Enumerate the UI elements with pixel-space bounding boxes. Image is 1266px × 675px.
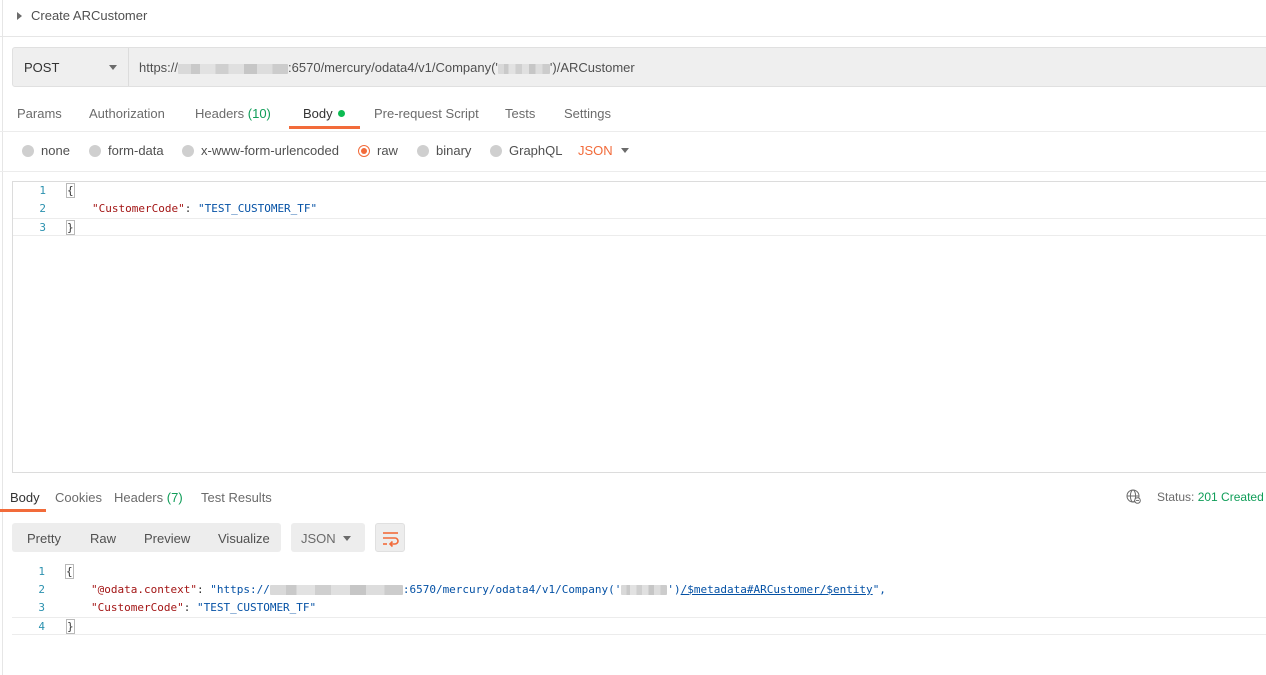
radio-circle-icon <box>182 144 194 157</box>
url-suffix: ')/ARCustomer <box>549 60 635 75</box>
body-format-select[interactable]: JSON <box>578 143 613 158</box>
radio-none[interactable]: none <box>22 143 70 158</box>
line-number: 4 <box>38 620 45 633</box>
response-tab-underline <box>0 509 46 512</box>
radio-selected-icon <box>358 144 370 157</box>
radio-circle-icon <box>22 144 34 157</box>
url-prefix: https:// <box>139 60 179 75</box>
response-status: Status: 201 Created <box>1157 490 1264 504</box>
redacted-host <box>178 63 289 74</box>
tab-body[interactable]: Body <box>303 106 345 121</box>
code-line: 1 { <box>12 563 1266 581</box>
code-line: 2 "@odata.context": "https:// :6570/mercu… <box>12 581 1266 599</box>
metadata-link[interactable]: /$metadata#ARCustomer/$entity <box>681 583 873 596</box>
json-key: "CustomerCode" <box>91 601 184 614</box>
response-tab-body[interactable]: Body <box>10 490 40 505</box>
method-select[interactable]: POST <box>13 48 129 86</box>
view-raw-button[interactable]: Raw <box>90 531 116 546</box>
radio-binary[interactable]: binary <box>417 143 471 158</box>
tab-settings[interactable]: Settings <box>564 106 611 121</box>
radio-x-www-form-urlencoded[interactable]: x-www-form-urlencoded <box>182 143 339 158</box>
tab-headers[interactable]: Headers (10) <box>195 106 271 121</box>
json-separator: : <box>183 601 197 614</box>
status-value[interactable]: 201 Created <box>1198 490 1264 504</box>
tab-params[interactable]: Params <box>17 106 62 121</box>
line-number: 1 <box>38 565 45 578</box>
code-line: 3 "CustomerCode": "TEST_CUSTOMER_TF" <box>12 599 1266 617</box>
json-key: "CustomerCode" <box>92 202 185 215</box>
tab-authorization[interactable]: Authorization <box>89 106 165 121</box>
tab-pre-request-script[interactable]: Pre-request Script <box>374 106 479 121</box>
response-format-label: JSON <box>301 531 336 546</box>
redacted-host <box>269 585 403 595</box>
view-pretty-button[interactable]: Pretty <box>27 531 61 546</box>
json-separator: : <box>184 202 198 215</box>
json-separator: : <box>196 583 211 596</box>
status-label: Status: <box>1157 490 1195 504</box>
globe-icon[interactable] <box>1126 489 1141 504</box>
line-number: 1 <box>39 184 46 197</box>
json-value-close: ') <box>667 583 681 596</box>
radio-graphql[interactable]: GraphQL <box>490 143 562 158</box>
line-number: 2 <box>38 583 45 596</box>
chevron-down-icon[interactable] <box>621 148 629 153</box>
response-tabs: Body Cookies Headers (7) Test Results <box>0 484 1266 512</box>
view-visualize-button[interactable]: Visualize <box>218 531 270 546</box>
request-title[interactable]: Create ARCustomer <box>31 8 147 23</box>
response-tab-test-results[interactable]: Test Results <box>201 490 272 505</box>
code-line: 1 { <box>13 182 1266 200</box>
json-value-middle: :6570/mercury/odata4/v1/Company(' <box>402 583 622 596</box>
response-tab-headers[interactable]: Headers (7) <box>114 490 183 505</box>
open-brace: { <box>65 564 74 579</box>
wrap-lines-icon <box>383 532 399 548</box>
chevron-down-icon <box>109 65 117 70</box>
redacted-company <box>497 63 550 74</box>
response-headers-count: (7) <box>166 490 183 505</box>
json-value: "TEST_CUSTOMER_TF" <box>197 202 318 215</box>
collapse-caret-icon[interactable] <box>17 12 22 20</box>
view-preview-button[interactable]: Preview <box>144 531 190 546</box>
json-value-prefix: "https:// <box>210 583 270 596</box>
body-indicator-dot <box>337 110 345 118</box>
code-line-active: 4 } <box>12 617 1266 635</box>
request-header: Create ARCustomer <box>0 0 1266 37</box>
radio-form-data[interactable]: form-data <box>89 143 164 158</box>
line-number: 3 <box>39 221 46 234</box>
json-value: "TEST_CUSTOMER_TF" <box>196 601 317 614</box>
left-border <box>2 0 3 675</box>
response-format-select[interactable]: JSON <box>291 523 365 552</box>
code-line: 2 "CustomerCode": "TEST_CUSTOMER_TF" <box>13 200 1266 218</box>
radio-circle-icon <box>490 144 502 157</box>
url-bar: POST https:// :6570/mercury/odata4/v1/Com… <box>12 47 1266 87</box>
line-number: 2 <box>39 202 46 215</box>
headers-count: (10) <box>247 106 271 121</box>
json-key: "@odata.context" <box>91 583 197 596</box>
radio-divider <box>0 171 1266 172</box>
response-body-viewer[interactable]: 1 { 2 "@odata.context": "https:// :6570/m… <box>12 563 1266 643</box>
active-tab-underline <box>289 126 360 129</box>
line-number: 3 <box>38 601 45 614</box>
open-brace: { <box>66 183 75 198</box>
method-label: POST <box>24 60 60 75</box>
chevron-down-icon <box>343 536 351 541</box>
wrap-lines-button[interactable] <box>375 523 405 552</box>
radio-circle-icon <box>89 144 101 157</box>
radio-raw[interactable]: raw <box>358 143 398 158</box>
radio-circle-icon <box>417 144 429 157</box>
redacted-company <box>621 585 668 595</box>
json-value-end: ", <box>872 583 886 596</box>
response-view-modes: Pretty Raw Preview Visualize <box>12 523 281 552</box>
tab-tests[interactable]: Tests <box>505 106 535 121</box>
request-body-editor[interactable]: 1 { 2 "CustomerCode": "TEST_CUSTOMER_TF"… <box>12 181 1266 473</box>
code-line-active: 3 } <box>13 218 1266 236</box>
url-middle: :6570/mercury/odata4/v1/Company(' <box>288 60 498 75</box>
url-input[interactable]: https:// :6570/mercury/odata4/v1/Company(… <box>139 60 635 75</box>
close-brace: } <box>66 220 75 235</box>
tabs-divider <box>0 131 1266 132</box>
close-brace: } <box>66 619 75 634</box>
response-tab-cookies[interactable]: Cookies <box>55 490 102 505</box>
